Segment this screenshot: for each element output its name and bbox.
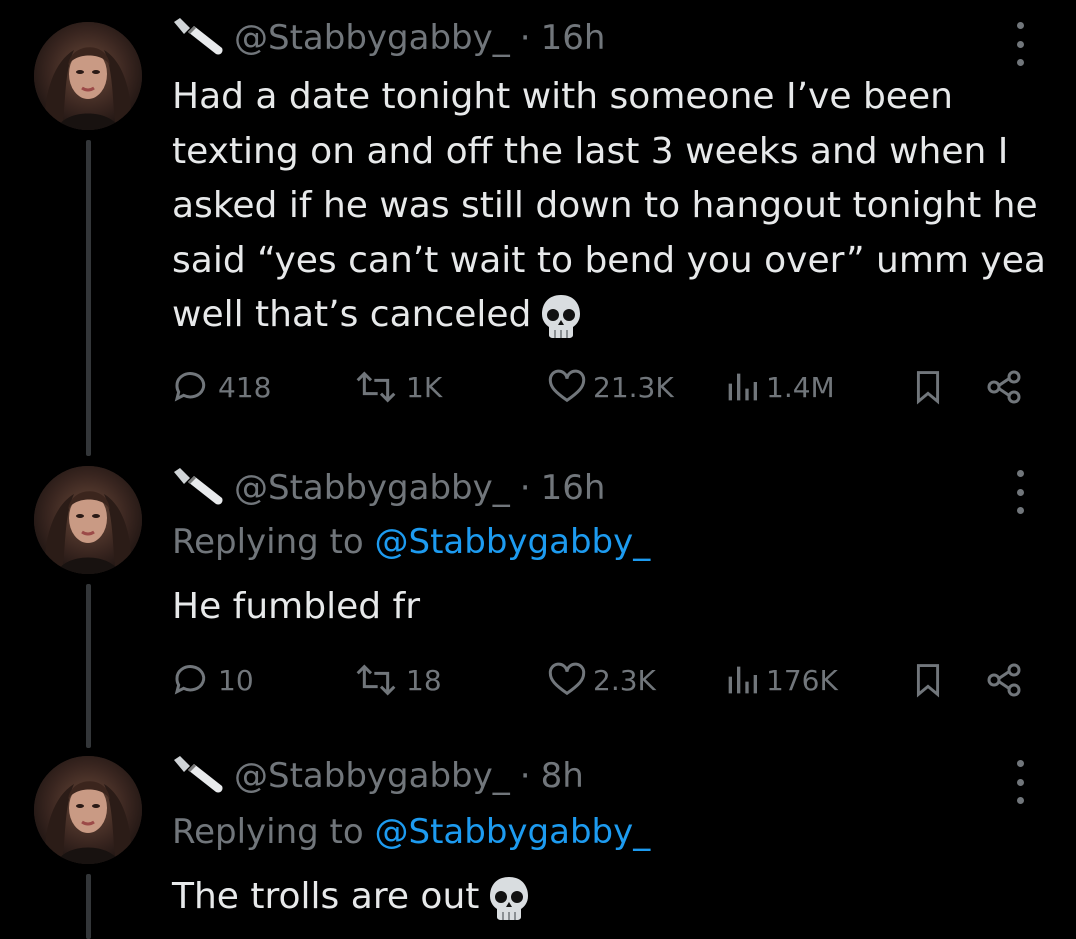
action-bar: 10 18 2.3K 176K xyxy=(172,660,1032,704)
reply-count: 418 xyxy=(218,370,272,404)
like-icon xyxy=(548,662,586,696)
knife-icon xyxy=(172,468,224,508)
share-icon xyxy=(987,663,1021,697)
bookmark-button[interactable] xyxy=(912,660,950,700)
avatar[interactable] xyxy=(34,756,142,864)
reply-button[interactable]: 10 xyxy=(172,660,254,700)
replying-prefix: Replying to xyxy=(172,812,364,852)
replying-to-link[interactable]: @Stabbygabby_ xyxy=(375,812,651,852)
more-icon[interactable] xyxy=(1010,22,1030,66)
action-bar: 418 1K 21.3K 1.4M xyxy=(172,367,1032,411)
tweet-text-content: Had a date tonight with someone I’ve bee… xyxy=(172,76,1046,335)
tweet-text-content: He fumbled fr xyxy=(172,586,420,627)
share-button[interactable] xyxy=(984,367,1030,407)
replying-prefix: Replying to xyxy=(172,522,364,562)
share-button[interactable] xyxy=(984,660,1030,700)
views-count: 176K xyxy=(766,663,838,697)
separator: · xyxy=(519,756,531,796)
views-button[interactable]: 1.4M xyxy=(724,367,835,407)
bookmark-button[interactable] xyxy=(912,367,950,407)
skull-emoji xyxy=(539,293,583,339)
views-icon xyxy=(728,373,757,401)
avatar[interactable] xyxy=(34,22,142,130)
tweet-header: @Stabbygabby_ · 16h xyxy=(172,468,605,508)
repost-button[interactable]: 18 xyxy=(352,660,442,700)
knife-icon xyxy=(172,18,224,58)
like-button[interactable]: 21.3K xyxy=(547,367,674,407)
reply-icon xyxy=(174,665,206,695)
reply-button[interactable]: 418 xyxy=(172,367,271,407)
reply-count: 10 xyxy=(218,663,254,697)
views-icon xyxy=(728,666,757,694)
timestamp[interactable]: 16h xyxy=(541,468,606,508)
knife-icon xyxy=(172,756,224,796)
thread-line xyxy=(86,140,91,456)
bookmark-icon xyxy=(916,664,940,698)
more-icon[interactable] xyxy=(1010,760,1030,804)
bookmark-icon xyxy=(916,371,940,405)
repost-count: 18 xyxy=(406,663,442,697)
repost-count: 1K xyxy=(406,370,443,404)
tweet-text-content: The trolls are out xyxy=(172,876,480,917)
repost-icon xyxy=(356,664,396,696)
replying-to: Replying to @Stabbygabby_ xyxy=(172,812,650,852)
tweet-header: @Stabbygabby_ · 8h xyxy=(172,756,584,796)
replying-to-link[interactable]: @Stabbygabby_ xyxy=(375,522,651,562)
replying-to: Replying to @Stabbygabby_ xyxy=(172,522,650,562)
avatar[interactable] xyxy=(34,466,142,574)
like-icon xyxy=(548,369,586,403)
tweet-text: The trolls are out xyxy=(172,870,1052,925)
handle[interactable]: @Stabbygabby_ xyxy=(234,18,510,58)
like-count: 21.3K xyxy=(593,370,674,404)
tweet-text: Had a date tonight with someone I’ve bee… xyxy=(172,70,1052,343)
tweet-header: @Stabbygabby_ · 16h xyxy=(172,18,605,58)
handle[interactable]: @Stabbygabby_ xyxy=(234,756,510,796)
thread-line xyxy=(86,584,91,748)
reply-icon xyxy=(174,372,206,402)
like-button[interactable]: 2.3K xyxy=(547,660,656,700)
views-count: 1.4M xyxy=(766,370,835,404)
like-count: 2.3K xyxy=(593,663,656,697)
repost-icon xyxy=(356,371,396,403)
share-icon xyxy=(987,370,1021,404)
skull-emoji xyxy=(487,875,531,921)
handle[interactable]: @Stabbygabby_ xyxy=(234,468,510,508)
tweet-text: He fumbled fr xyxy=(172,580,1052,635)
thread-line xyxy=(86,874,91,939)
timestamp[interactable]: 8h xyxy=(541,756,584,796)
more-icon[interactable] xyxy=(1010,470,1030,514)
views-button[interactable]: 176K xyxy=(724,660,838,700)
separator: · xyxy=(519,18,531,58)
timestamp[interactable]: 16h xyxy=(541,18,606,58)
repost-button[interactable]: 1K xyxy=(352,367,442,407)
separator: · xyxy=(519,468,531,508)
